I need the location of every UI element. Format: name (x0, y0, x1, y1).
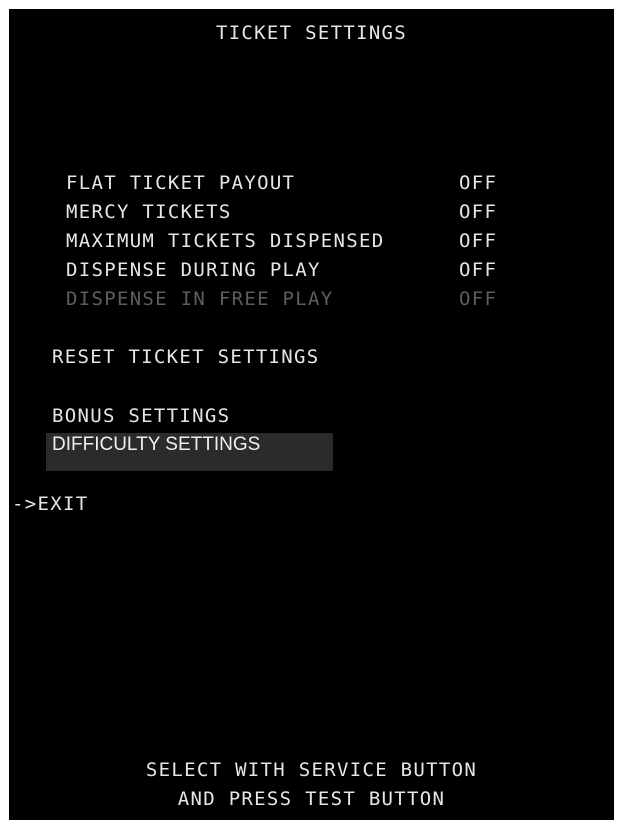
setting-value: OFF (459, 172, 498, 194)
setting-row-flat-ticket-payout[interactable]: FLAT TICKET PAYOUT OFF (9, 171, 614, 201)
page-title: TICKET SETTINGS (215, 22, 408, 44)
setting-value: OFF (459, 201, 498, 223)
service-menu-screen: TICKET SETTINGS FLAT TICKET PAYOUT OFF M… (9, 9, 614, 820)
footer-instruction-line-1: SELECT WITH SERVICE BUTTON (145, 759, 478, 781)
setting-row-mercy-tickets[interactable]: MERCY TICKETS OFF (9, 200, 614, 230)
setting-label: MERCY TICKETS (66, 201, 232, 223)
setting-row-dispense-during-play[interactable]: DISPENSE DURING PLAY OFF (9, 258, 614, 288)
setting-value: OFF (459, 288, 498, 310)
setting-value: OFF (459, 259, 498, 281)
footer-instruction-line-2: AND PRESS TEST BUTTON (177, 788, 446, 810)
exit-item[interactable]: ->EXIT (12, 492, 88, 516)
setting-label: MAXIMUM TICKETS DISPENSED (66, 230, 385, 252)
difficulty-settings-item[interactable]: DIFFICULTY SETTINGS (52, 433, 260, 457)
setting-row-maximum-tickets-dispensed[interactable]: MAXIMUM TICKETS DISPENSED OFF (9, 229, 614, 259)
setting-value: OFF (459, 230, 498, 252)
bonus-settings-item[interactable]: BONUS SETTINGS (52, 404, 230, 428)
setting-label: DISPENSE IN FREE PLAY (66, 288, 334, 310)
setting-label: FLAT TICKET PAYOUT (66, 172, 296, 194)
setting-label: DISPENSE DURING PLAY (66, 259, 321, 281)
reset-ticket-settings-item[interactable]: RESET TICKET SETTINGS (52, 345, 320, 369)
setting-row-dispense-in-free-play: DISPENSE IN FREE PLAY OFF (9, 287, 614, 317)
